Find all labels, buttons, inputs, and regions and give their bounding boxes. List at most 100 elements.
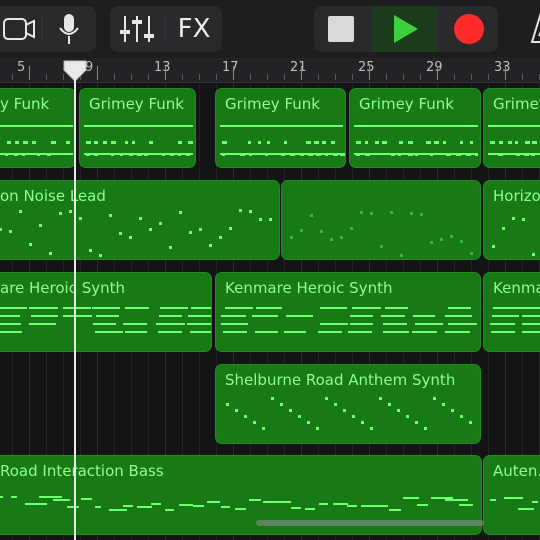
- midi-note: [403, 497, 419, 499]
- midi-note: [333, 503, 348, 505]
- midi-region[interactable]: are Heroic Synth: [0, 272, 212, 352]
- midi-note: [188, 141, 193, 144]
- midi-note: [365, 141, 368, 144]
- playhead[interactable]: [74, 70, 76, 540]
- midi-region[interactable]: Kenmare Heroic Synth: [215, 272, 481, 352]
- stop-icon[interactable]: [314, 6, 370, 52]
- midi-note: [470, 141, 473, 144]
- region-label: Kenmare Heroic Synth: [225, 279, 393, 297]
- midi-note: [532, 253, 535, 256]
- play-button[interactable]: [372, 6, 438, 52]
- midi-region[interactable]: Grimey Funk: [215, 88, 346, 168]
- midi-region[interactable]: Horizo: [483, 180, 540, 260]
- midi-note: [235, 508, 246, 510]
- midi-note: [32, 141, 36, 144]
- midi-note: [417, 504, 428, 506]
- midi-note: [515, 141, 518, 144]
- midi-note: [460, 415, 463, 418]
- ruler-tick: [114, 74, 115, 80]
- midi-note: [493, 307, 521, 309]
- midi-note: [23, 141, 28, 144]
- horizontal-scrollbar[interactable]: [256, 520, 484, 526]
- midi-note: [460, 141, 463, 144]
- midi-region[interactable]: Grimey Funk: [79, 88, 196, 168]
- ruler-tick: [318, 74, 319, 80]
- midi-note: [199, 228, 202, 231]
- midi-note: [408, 141, 413, 144]
- midi-note: [350, 315, 373, 317]
- midi-region[interactable]: on Noise Lead: [0, 180, 280, 260]
- midi-note: [504, 497, 523, 499]
- midi-region[interactable]: Shelburne Road Anthem Synth: [215, 364, 481, 444]
- midi-note: [430, 241, 433, 244]
- midi-note: [385, 307, 408, 309]
- midi-note: [271, 397, 274, 400]
- midi-note: [522, 218, 525, 221]
- midi-note: [0, 315, 20, 317]
- midi-region[interactable]: Auten.: [483, 455, 540, 535]
- midi-region[interactable]: y Funk: [0, 88, 76, 168]
- ruler-tick: [386, 74, 387, 80]
- midi-note: [532, 501, 538, 503]
- midi-region[interactable]: [281, 180, 481, 260]
- metronome-icon[interactable]: [526, 6, 540, 52]
- ruler-tick: [250, 74, 251, 80]
- record-icon[interactable]: [442, 6, 498, 52]
- midi-note: [255, 331, 278, 333]
- midi-note: [207, 501, 220, 503]
- midi-note: [229, 227, 232, 230]
- midi-note: [190, 331, 211, 333]
- browser-mic-group: [0, 6, 96, 52]
- microphone-icon[interactable]: [54, 6, 84, 52]
- midi-note: [499, 141, 503, 144]
- midi-region[interactable]: Grimey Funk: [349, 88, 481, 168]
- ruler-tick: [12, 74, 13, 80]
- midi-note: [375, 141, 379, 144]
- midi-note: [319, 503, 328, 505]
- region-label: Auten.: [493, 462, 540, 480]
- ruler-tick: [165, 66, 166, 80]
- midi-note: [379, 397, 382, 400]
- fx-button[interactable]: FX: [166, 6, 222, 52]
- midi-note: [137, 506, 152, 508]
- midi-note: [53, 499, 70, 501]
- midi-note: [305, 508, 315, 510]
- midi-note: [286, 315, 313, 317]
- midi-note: [356, 141, 361, 144]
- garageband-tracks-view: FX 5 9 13 17 21 25 29 33 y Funk Grimey Funk: [0, 0, 540, 540]
- midi-note: [415, 421, 418, 424]
- midi-note: [262, 427, 265, 430]
- region-label: on Noise Lead: [0, 187, 106, 205]
- midi-note: [188, 315, 211, 317]
- midi-note: [375, 505, 388, 507]
- midi-note: [298, 415, 301, 418]
- region-label: Kenma: [493, 279, 540, 297]
- midi-note: [284, 141, 287, 144]
- ruler-tick: [148, 74, 149, 80]
- midi-note: [420, 213, 423, 216]
- midi-note: [191, 307, 211, 309]
- ruler-tick: [267, 74, 268, 80]
- midi-note: [525, 141, 530, 144]
- midi-note: [424, 427, 427, 430]
- midi-note: [360, 211, 363, 214]
- mixer-sliders-icon[interactable]: [110, 6, 166, 52]
- midi-note: [125, 307, 149, 309]
- midi-note: [322, 141, 326, 144]
- midi-region[interactable]: Grimey: [483, 88, 540, 168]
- ruler-tick: [369, 66, 370, 80]
- ruler-tick: [301, 66, 302, 80]
- midi-note: [149, 141, 153, 144]
- midi-note: [380, 245, 383, 248]
- midi-note: [383, 323, 407, 325]
- ruler-tick: [420, 74, 421, 80]
- ruler-tick: [216, 74, 217, 80]
- midi-note: [89, 249, 92, 252]
- midi-note: [522, 315, 540, 317]
- midi-note: [225, 307, 253, 309]
- midi-note: [123, 505, 133, 507]
- midi-note: [488, 125, 540, 127]
- midi-region[interactable]: Kenma: [483, 272, 540, 352]
- midi-note: [370, 212, 373, 215]
- midi-note: [290, 236, 293, 239]
